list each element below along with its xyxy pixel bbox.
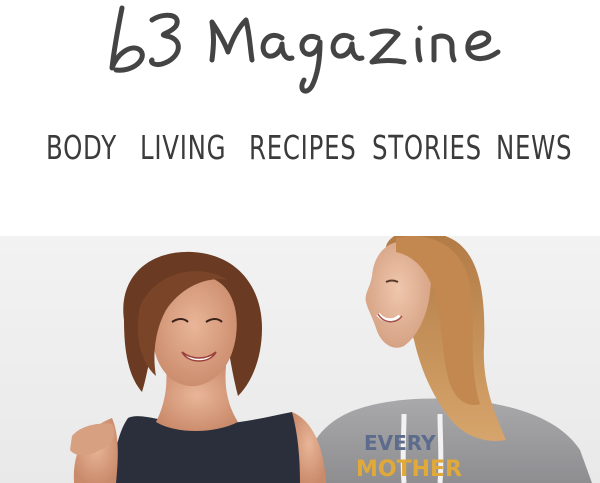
- page: BODY LIVING RECIPES STORIES NEWS EVERY M…: [0, 0, 600, 483]
- nav-item-news[interactable]: NEWS: [496, 126, 572, 170]
- nav-item-living[interactable]: LIVING: [140, 126, 226, 170]
- logo-script-graphic: [109, 5, 501, 94]
- nav-item-stories[interactable]: STORIES: [372, 126, 482, 170]
- main-nav: BODY LIVING RECIPES STORIES NEWS: [0, 126, 600, 170]
- nav-item-body[interactable]: BODY: [46, 126, 117, 170]
- hoodie-text-line1: EVERY: [364, 431, 436, 455]
- hoodie-text-line2: MOTHER: [356, 457, 462, 482]
- nav-item-recipes[interactable]: RECIPES: [249, 126, 356, 170]
- hero-photo-illustration: EVERY MOTHER: [0, 236, 600, 483]
- brand-logo[interactable]: [0, 0, 600, 100]
- hero-image[interactable]: EVERY MOTHER: [0, 236, 600, 483]
